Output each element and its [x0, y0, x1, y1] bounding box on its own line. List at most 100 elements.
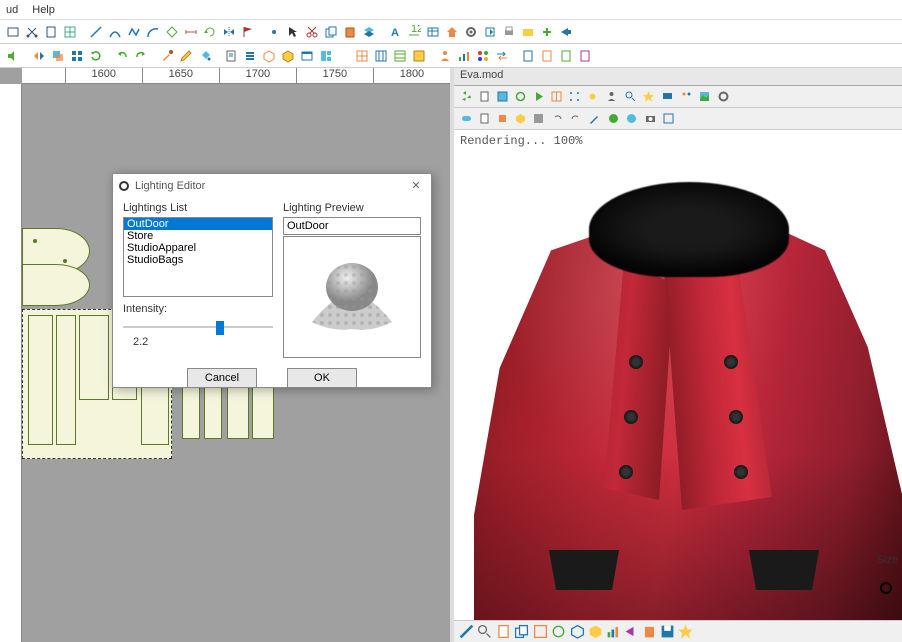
- tool-rect-icon[interactable]: [4, 23, 22, 41]
- menu-ud[interactable]: ud: [6, 4, 18, 16]
- tb-doc-icon[interactable]: [495, 623, 512, 640]
- tool-measure-icon[interactable]: [182, 23, 200, 41]
- tool2-person-icon[interactable]: [436, 47, 454, 65]
- tool2-box1-icon[interactable]: [260, 47, 278, 65]
- t3d2-box-icon[interactable]: [512, 110, 529, 127]
- tool2-doc2-icon[interactable]: [538, 47, 556, 65]
- tb-cube-icon[interactable]: [569, 623, 586, 640]
- tool-box-icon[interactable]: [519, 23, 537, 41]
- tool-export-icon[interactable]: [481, 23, 499, 41]
- t3d2-pen-icon[interactable]: [586, 110, 603, 127]
- tool-home-icon[interactable]: [443, 23, 461, 41]
- t3d2-doc-icon[interactable]: [476, 110, 493, 127]
- t3d-window-icon[interactable]: [494, 88, 511, 105]
- t3d-doc-icon[interactable]: [476, 88, 493, 105]
- ok-button[interactable]: OK: [287, 368, 357, 388]
- t3d-sun-icon[interactable]: [584, 88, 601, 105]
- tool-paste-icon[interactable]: [341, 23, 359, 41]
- tool-copy-icon[interactable]: [322, 23, 340, 41]
- tb-grid-icon[interactable]: [532, 623, 549, 640]
- tool-print-icon[interactable]: [500, 23, 518, 41]
- tool-select-icon[interactable]: [284, 23, 302, 41]
- tool-gear-icon[interactable]: [462, 23, 480, 41]
- t3d-people-icon[interactable]: [678, 88, 695, 105]
- tool-shape-icon[interactable]: [163, 23, 181, 41]
- t3d2-cam-icon[interactable]: [642, 110, 659, 127]
- pattern-sub[interactable]: [28, 315, 53, 445]
- tool-line-icon[interactable]: [87, 23, 105, 41]
- tool-flag-icon[interactable]: [239, 23, 257, 41]
- tool2-table4-icon[interactable]: [410, 47, 428, 65]
- t3d2-redo-icon[interactable]: [567, 110, 584, 127]
- t3d-refresh-icon[interactable]: [512, 88, 529, 105]
- t3d-settings-icon[interactable]: [715, 88, 732, 105]
- tool-curve-icon[interactable]: [106, 23, 124, 41]
- tool-text-icon[interactable]: A: [386, 23, 404, 41]
- tool2-brush-icon[interactable]: [158, 47, 176, 65]
- tool2-undo-icon[interactable]: [113, 47, 131, 65]
- tb-zoom-icon[interactable]: [476, 623, 493, 640]
- close-button[interactable]: ✕: [405, 176, 427, 194]
- tool2-audio-icon[interactable]: [4, 47, 22, 65]
- tb-clip-icon[interactable]: [641, 623, 658, 640]
- cancel-button[interactable]: Cancel: [187, 368, 257, 388]
- t3d2-square-icon[interactable]: [494, 110, 511, 127]
- orbit-icon[interactable]: [880, 582, 892, 594]
- preview-input[interactable]: [283, 217, 421, 235]
- tool2-palette-icon[interactable]: [474, 47, 492, 65]
- list-item-store[interactable]: Store: [124, 230, 272, 242]
- tool-scissors-icon[interactable]: [303, 23, 321, 41]
- lightings-listbox[interactable]: OutDoor Store StudioApparel StudioBags: [123, 217, 273, 297]
- tool-dimension-icon[interactable]: 12: [405, 23, 423, 41]
- tool2-doc4-icon[interactable]: [576, 47, 594, 65]
- tool-cut-icon[interactable]: [23, 23, 41, 41]
- tool-arrow-icon[interactable]: [557, 23, 575, 41]
- dialog-titlebar[interactable]: Lighting Editor: [113, 174, 431, 198]
- tb-rot-icon[interactable]: [550, 623, 567, 640]
- viewport-3d[interactable]: Rendering... 100% Size: [454, 130, 902, 620]
- tool2-table3-icon[interactable]: [391, 47, 409, 65]
- tool2-swap-icon[interactable]: [493, 47, 511, 65]
- t3d2-undo-icon[interactable]: [549, 110, 566, 127]
- t3d-play-icon[interactable]: [530, 88, 547, 105]
- tool2-overlay-icon[interactable]: [49, 47, 67, 65]
- tool-new-icon[interactable]: [42, 23, 60, 41]
- tool2-flip-icon[interactable]: [30, 47, 48, 65]
- tb-chart-icon[interactable]: [605, 623, 622, 640]
- t3d-display-icon[interactable]: [659, 88, 676, 105]
- t3d-img-icon[interactable]: [696, 88, 713, 105]
- tool2-window-icon[interactable]: [298, 47, 316, 65]
- tool-grid-icon[interactable]: [61, 23, 79, 41]
- list-item-studioapparel[interactable]: StudioApparel: [124, 242, 272, 254]
- t3d2-globe-icon[interactable]: [605, 110, 622, 127]
- tool2-doc1-icon[interactable]: [519, 47, 537, 65]
- t3d-person-icon[interactable]: [603, 88, 620, 105]
- tool2-grid2-icon[interactable]: [68, 47, 86, 65]
- tool2-box2-icon[interactable]: [279, 47, 297, 65]
- tool-rotate-icon[interactable]: [201, 23, 219, 41]
- pattern-sub[interactable]: [79, 315, 109, 400]
- tool-table-icon[interactable]: [424, 23, 442, 41]
- tool2-bucket-icon[interactable]: [196, 47, 214, 65]
- tool2-chart-icon[interactable]: [455, 47, 473, 65]
- tb-cube2-icon[interactable]: [587, 623, 604, 640]
- tool2-table1-icon[interactable]: [353, 47, 371, 65]
- t3d-grid-icon[interactable]: [548, 88, 565, 105]
- t3d-zoom-icon[interactable]: [622, 88, 639, 105]
- tb-copy-icon[interactable]: [513, 623, 530, 640]
- tb-arrow-icon[interactable]: [623, 623, 640, 640]
- t3d2-view-icon[interactable]: [660, 110, 677, 127]
- tool-polyline-icon[interactable]: [125, 23, 143, 41]
- tool2-redo-icon[interactable]: [132, 47, 150, 65]
- t3d2-toggle-icon[interactable]: [458, 110, 475, 127]
- tool2-refresh-icon[interactable]: [87, 47, 105, 65]
- tool-arc-icon[interactable]: [144, 23, 162, 41]
- t3d-recycle-icon[interactable]: [458, 88, 475, 105]
- list-item-studiobags[interactable]: StudioBags: [124, 254, 272, 266]
- tool2-table2-icon[interactable]: [372, 47, 390, 65]
- tool2-doc3-icon[interactable]: [557, 47, 575, 65]
- menu-help[interactable]: Help: [32, 4, 55, 16]
- tb-save-icon[interactable]: [659, 623, 676, 640]
- t3d-dots-icon[interactable]: [566, 88, 583, 105]
- tool-point-icon[interactable]: [265, 23, 283, 41]
